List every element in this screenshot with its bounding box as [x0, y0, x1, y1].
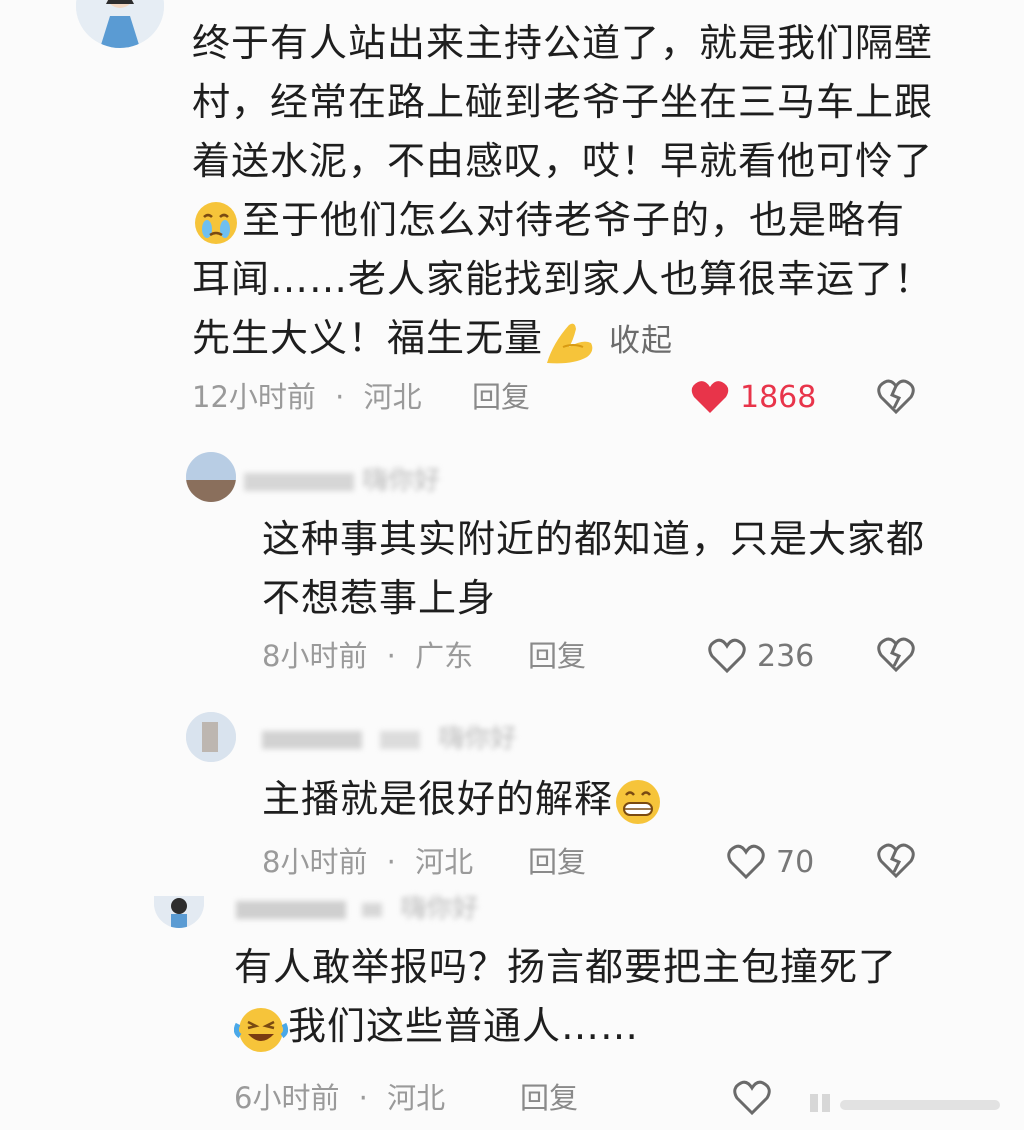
comment-location: 河北	[387, 1081, 446, 1115]
avatar[interactable]	[186, 452, 236, 502]
comment-text: 这种事其实附近的都知道，只是大家都 不想惹事上身	[262, 517, 926, 620]
broken-heart-icon[interactable]	[876, 636, 916, 674]
comment-location: 广东	[415, 639, 474, 673]
avatar[interactable]	[76, 0, 164, 48]
avatar[interactable]	[154, 896, 204, 928]
broken-heart-icon[interactable]	[876, 842, 916, 880]
heart-icon	[708, 638, 746, 674]
comment-time: 8小时前	[262, 639, 368, 673]
author-name[interactable]: 嗨你好	[262, 718, 517, 755]
grin-emoji-icon	[616, 779, 661, 824]
like-button[interactable]: 70	[726, 842, 814, 882]
crying-emoji-icon	[195, 201, 237, 244]
comment-meta: 6小时前 · 河北	[234, 1081, 446, 1115]
comment-meta: 12小时前 · 河北	[192, 380, 422, 414]
folded-hands-emoji-icon	[547, 323, 593, 363]
heart-icon	[691, 381, 729, 413]
comment-location: 河北	[415, 845, 474, 879]
comment-time: 12小时前	[192, 380, 316, 414]
like-count: 70	[776, 844, 815, 880]
like-count: 1868	[740, 379, 817, 415]
reply-button[interactable]: 回复	[520, 1078, 578, 1118]
like-button[interactable]: 236	[707, 636, 814, 676]
comment-meta: 8小时前 · 河北	[262, 845, 474, 879]
comment-text: 有人敢举报吗？扬言都要把主包撞死了 我们这些普通人……	[234, 938, 994, 1056]
author-name[interactable]: 嗨你好	[236, 888, 479, 925]
reply-button[interactable]: 回复	[472, 377, 530, 417]
comment-time: 6小时前	[234, 1081, 340, 1115]
collapse-link[interactable]: 收起	[609, 323, 673, 359]
laughing-crying-emoji-icon	[234, 1007, 288, 1052]
comment-text: 终于有人站出来主持公道了，就是我们隔壁 村，经常在路上碰到老爷子坐在三马车上跟 …	[192, 14, 992, 371]
avatar[interactable]	[186, 712, 236, 762]
reply-button[interactable]: 回复	[528, 636, 586, 676]
heart-icon	[733, 1080, 771, 1116]
comment-text: 主播就是很好的解释	[262, 770, 982, 829]
heart-icon	[727, 844, 765, 880]
like-button[interactable]	[732, 1078, 782, 1118]
reply-button[interactable]: 回复	[528, 842, 586, 882]
comment-location: 河北	[363, 380, 422, 414]
author-name[interactable]: 嗨你好	[244, 460, 440, 497]
broken-heart-icon[interactable]	[876, 378, 916, 416]
like-count: 236	[757, 638, 815, 674]
like-button[interactable]: 1868	[690, 377, 816, 417]
watermark	[806, 1090, 1006, 1116]
comment-time: 8小时前	[262, 845, 368, 879]
comment-meta: 8小时前 · 广东	[262, 639, 474, 673]
watermark-icon	[810, 1094, 1000, 1112]
